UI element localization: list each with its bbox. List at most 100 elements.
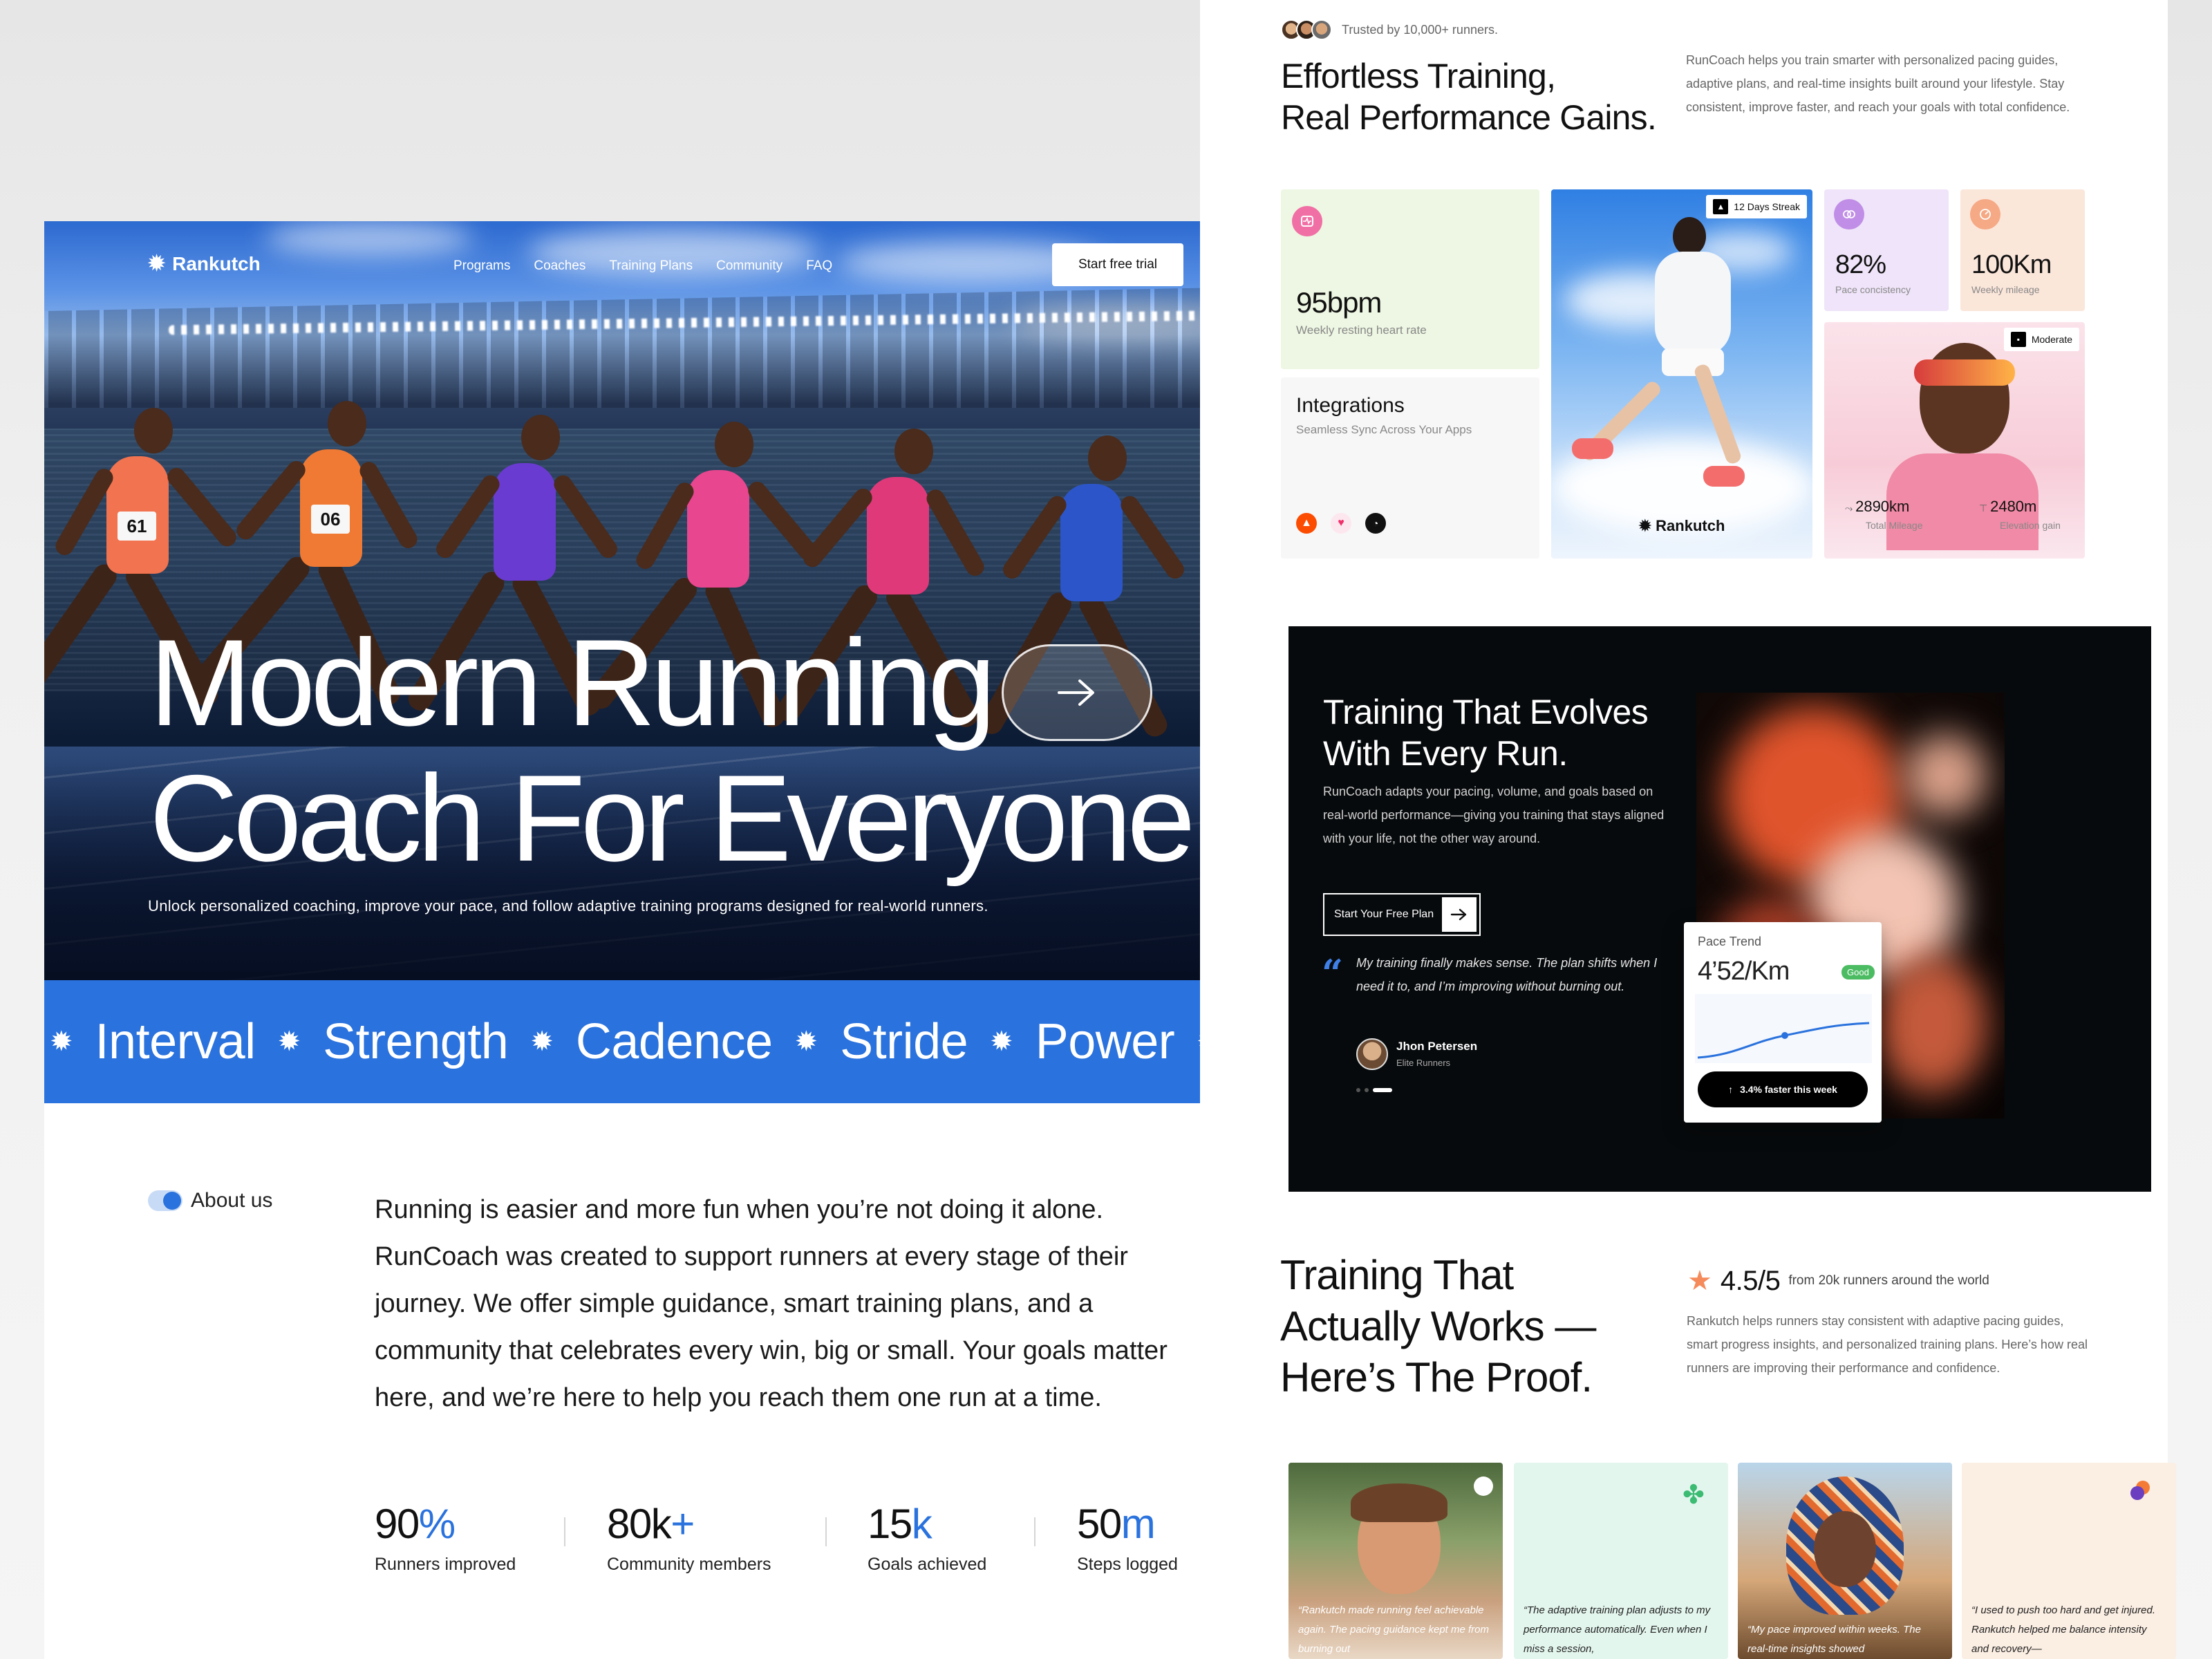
gauge-icon bbox=[1970, 199, 2000, 229]
blob-logo-icon bbox=[2128, 1479, 2151, 1503]
about-text: Running is easier and more fun when you’… bbox=[375, 1195, 1168, 1412]
arrow-right-icon bbox=[1442, 897, 1477, 932]
carousel-dot-active[interactable] bbox=[1373, 1088, 1392, 1092]
pace-trend-value: 4’52/Km bbox=[1698, 957, 1790, 986]
avatar bbox=[1356, 1038, 1388, 1070]
proof-title: Training That Actually Works — Here’s Th… bbox=[1280, 1250, 1596, 1403]
heart-monitor-icon bbox=[1292, 206, 1322, 236]
carousel-dot[interactable] bbox=[1365, 1088, 1369, 1092]
nav-coaches[interactable]: Coaches bbox=[534, 259, 585, 274]
ticker-item: Stride bbox=[840, 1014, 968, 1069]
brain-icon bbox=[1834, 199, 1864, 229]
blur-shape bbox=[1876, 955, 1987, 1094]
start-free-plan-label: Start Your Free Plan bbox=[1334, 908, 1434, 920]
testimonial-card: “I used to push too hard and get injured… bbox=[1962, 1463, 2176, 1659]
runner-shoe bbox=[1572, 438, 1613, 459]
stat-community-members: 80k+ Community members bbox=[607, 1500, 771, 1575]
adaptive-training-section: Training That Evolves With Every Run. Ru… bbox=[1288, 626, 2151, 1192]
dark-title-line1: Training That Evolves bbox=[1323, 693, 1649, 731]
integrations-block: Integrations Seamless Sync Across Your A… bbox=[1296, 394, 1472, 437]
hero-section: 61 06 ✹ Rankutch Programs Coaches Traini… bbox=[44, 221, 1288, 980]
elevation-block: ⊤ 2480m Elevation gain bbox=[1979, 498, 2061, 531]
rating-row: ★ 4.5/5 from 20k runners around the worl… bbox=[1687, 1265, 1989, 1297]
dark-section-description: RunCoach adapts your pacing, volume, and… bbox=[1323, 785, 1665, 845]
ticker-item: Cadence bbox=[575, 1014, 773, 1069]
carousel-dot[interactable] bbox=[1356, 1088, 1360, 1092]
nav-programs[interactable]: Programs bbox=[453, 259, 510, 274]
testimonial-role: Elite Runners bbox=[1396, 1058, 1451, 1068]
peak-icon: ▲ bbox=[1713, 199, 1729, 214]
arrow-right-icon bbox=[1058, 679, 1094, 706]
grid-icon: ▪ bbox=[2010, 332, 2026, 347]
intensity-badge-label: Moderate bbox=[2031, 334, 2072, 345]
circle-icon bbox=[1474, 1477, 1493, 1496]
pace-improvement-label: 3.4% faster this week bbox=[1740, 1084, 1837, 1095]
hero-arrow-button[interactable] bbox=[1002, 644, 1152, 741]
pace-consistency-label: Pace concistency bbox=[1835, 284, 1911, 295]
athlete-photo-card: ▪ Moderate ⤳ 2890km Total Mileage ⊤ 2480… bbox=[1824, 322, 2085, 559]
sunglasses bbox=[1914, 359, 2015, 386]
hero-page: 61 06 ✹ Rankutch Programs Coaches Traini… bbox=[44, 221, 1288, 1659]
testimonial-card: “Rankutch made running feel achievable a… bbox=[1288, 1463, 1503, 1659]
stat-suffix: % bbox=[418, 1501, 456, 1547]
nav-training-plans[interactable]: Training Plans bbox=[609, 259, 693, 274]
ticker-item: Strength bbox=[323, 1014, 509, 1069]
ticker-item: Power bbox=[1035, 1014, 1175, 1069]
stat-steps-logged: 50m Steps logged bbox=[1077, 1500, 1178, 1575]
brand-logo[interactable]: ✹ Rankutch bbox=[148, 253, 261, 275]
trusted-row: Trusted by 10,000+ runners. bbox=[1281, 19, 1498, 40]
dark-section-title: Training That Evolves With Every Run. bbox=[1323, 691, 1649, 774]
person-hair bbox=[1351, 1483, 1447, 1522]
heart-rate-label: Weekly resting heart rate bbox=[1296, 324, 1427, 337]
bib-number: 06 bbox=[320, 509, 341, 529]
rating-value: 4.5/5 bbox=[1720, 1265, 1781, 1296]
stat-label: Runners improved bbox=[375, 1555, 516, 1574]
watch-app-icon[interactable]: ◔ bbox=[1365, 513, 1386, 534]
integrations-label: Seamless Sync Across Your Apps bbox=[1296, 423, 1472, 436]
pace-trend-label: Pace Trend bbox=[1698, 935, 1762, 948]
divider bbox=[825, 1517, 827, 1546]
nav-community[interactable]: Community bbox=[716, 259, 782, 274]
stat-value: 50 bbox=[1077, 1501, 1122, 1547]
integration-icons: ▲ ♥ ◔ bbox=[1296, 513, 1386, 534]
about-tag-label: About us bbox=[191, 1189, 273, 1212]
toggle-icon bbox=[148, 1190, 182, 1211]
pace-consistency-block: 82% Pace concistency bbox=[1835, 250, 1911, 295]
features-description: RunCoach helps you train smarter with pe… bbox=[1686, 53, 2070, 114]
keyword-ticker: ✹ Interval ✹ Strength ✹ Cadence ✹ Stride… bbox=[44, 980, 1288, 1103]
runner-shorts bbox=[1662, 348, 1724, 376]
stadium-roof bbox=[44, 286, 1288, 408]
pace-consistency-card: 82% Pace concistency bbox=[1824, 189, 1949, 311]
heart-app-icon[interactable]: ♥ bbox=[1331, 513, 1351, 534]
elevation-label: Elevation gain bbox=[2000, 520, 2061, 531]
trusted-text: Trusted by 10,000+ runners. bbox=[1342, 22, 1498, 37]
features-page: Trusted by 10,000+ runners. Effortless T… bbox=[1200, 0, 2176, 1659]
weekly-mileage-value: 100Km bbox=[1971, 250, 2052, 279]
weekly-mileage-label: Weekly mileage bbox=[1971, 284, 2040, 295]
person-face bbox=[1814, 1511, 1876, 1587]
sunburst-icon: ✹ bbox=[990, 1027, 1013, 1057]
sunburst-icon: ✹ bbox=[794, 1027, 818, 1057]
runner-jacket bbox=[1655, 252, 1731, 355]
runner-photo-card: ▲ 12 Days Streak ✹ Rankutch bbox=[1551, 189, 1812, 559]
quote-icon: “ bbox=[1322, 951, 1344, 995]
nav-faq[interactable]: FAQ bbox=[806, 259, 832, 274]
carousel-dots[interactable] bbox=[1356, 1088, 1392, 1092]
start-free-trial-button[interactable]: Start free trial bbox=[1052, 243, 1183, 286]
total-mileage-value: 2890km bbox=[1855, 498, 1910, 515]
sunburst-icon: ✹ bbox=[50, 1027, 73, 1057]
strava-icon[interactable]: ▲ bbox=[1296, 513, 1317, 534]
start-free-plan-button[interactable]: Start Your Free Plan bbox=[1323, 893, 1481, 936]
arrow-up-icon: ↑ bbox=[1728, 1084, 1734, 1095]
proof-description: Rankutch helps runners stay consistent w… bbox=[1687, 1314, 2088, 1375]
trend-point bbox=[1781, 1032, 1788, 1039]
streak-badge: ▲ 12 Days Streak bbox=[1706, 195, 1807, 218]
sunburst-icon: ✹ bbox=[530, 1027, 554, 1057]
testimonial-author: Jhon Petersen bbox=[1396, 1040, 1478, 1053]
pace-consistency-value: 82% bbox=[1835, 250, 1886, 279]
photo-brand: ✹ Rankutch bbox=[1551, 517, 1812, 535]
cloud-shape bbox=[265, 221, 473, 256]
stat-value: 90 bbox=[375, 1501, 420, 1547]
runner-head bbox=[1673, 217, 1706, 256]
features-title-line1: Effortless Training, bbox=[1281, 57, 1556, 95]
